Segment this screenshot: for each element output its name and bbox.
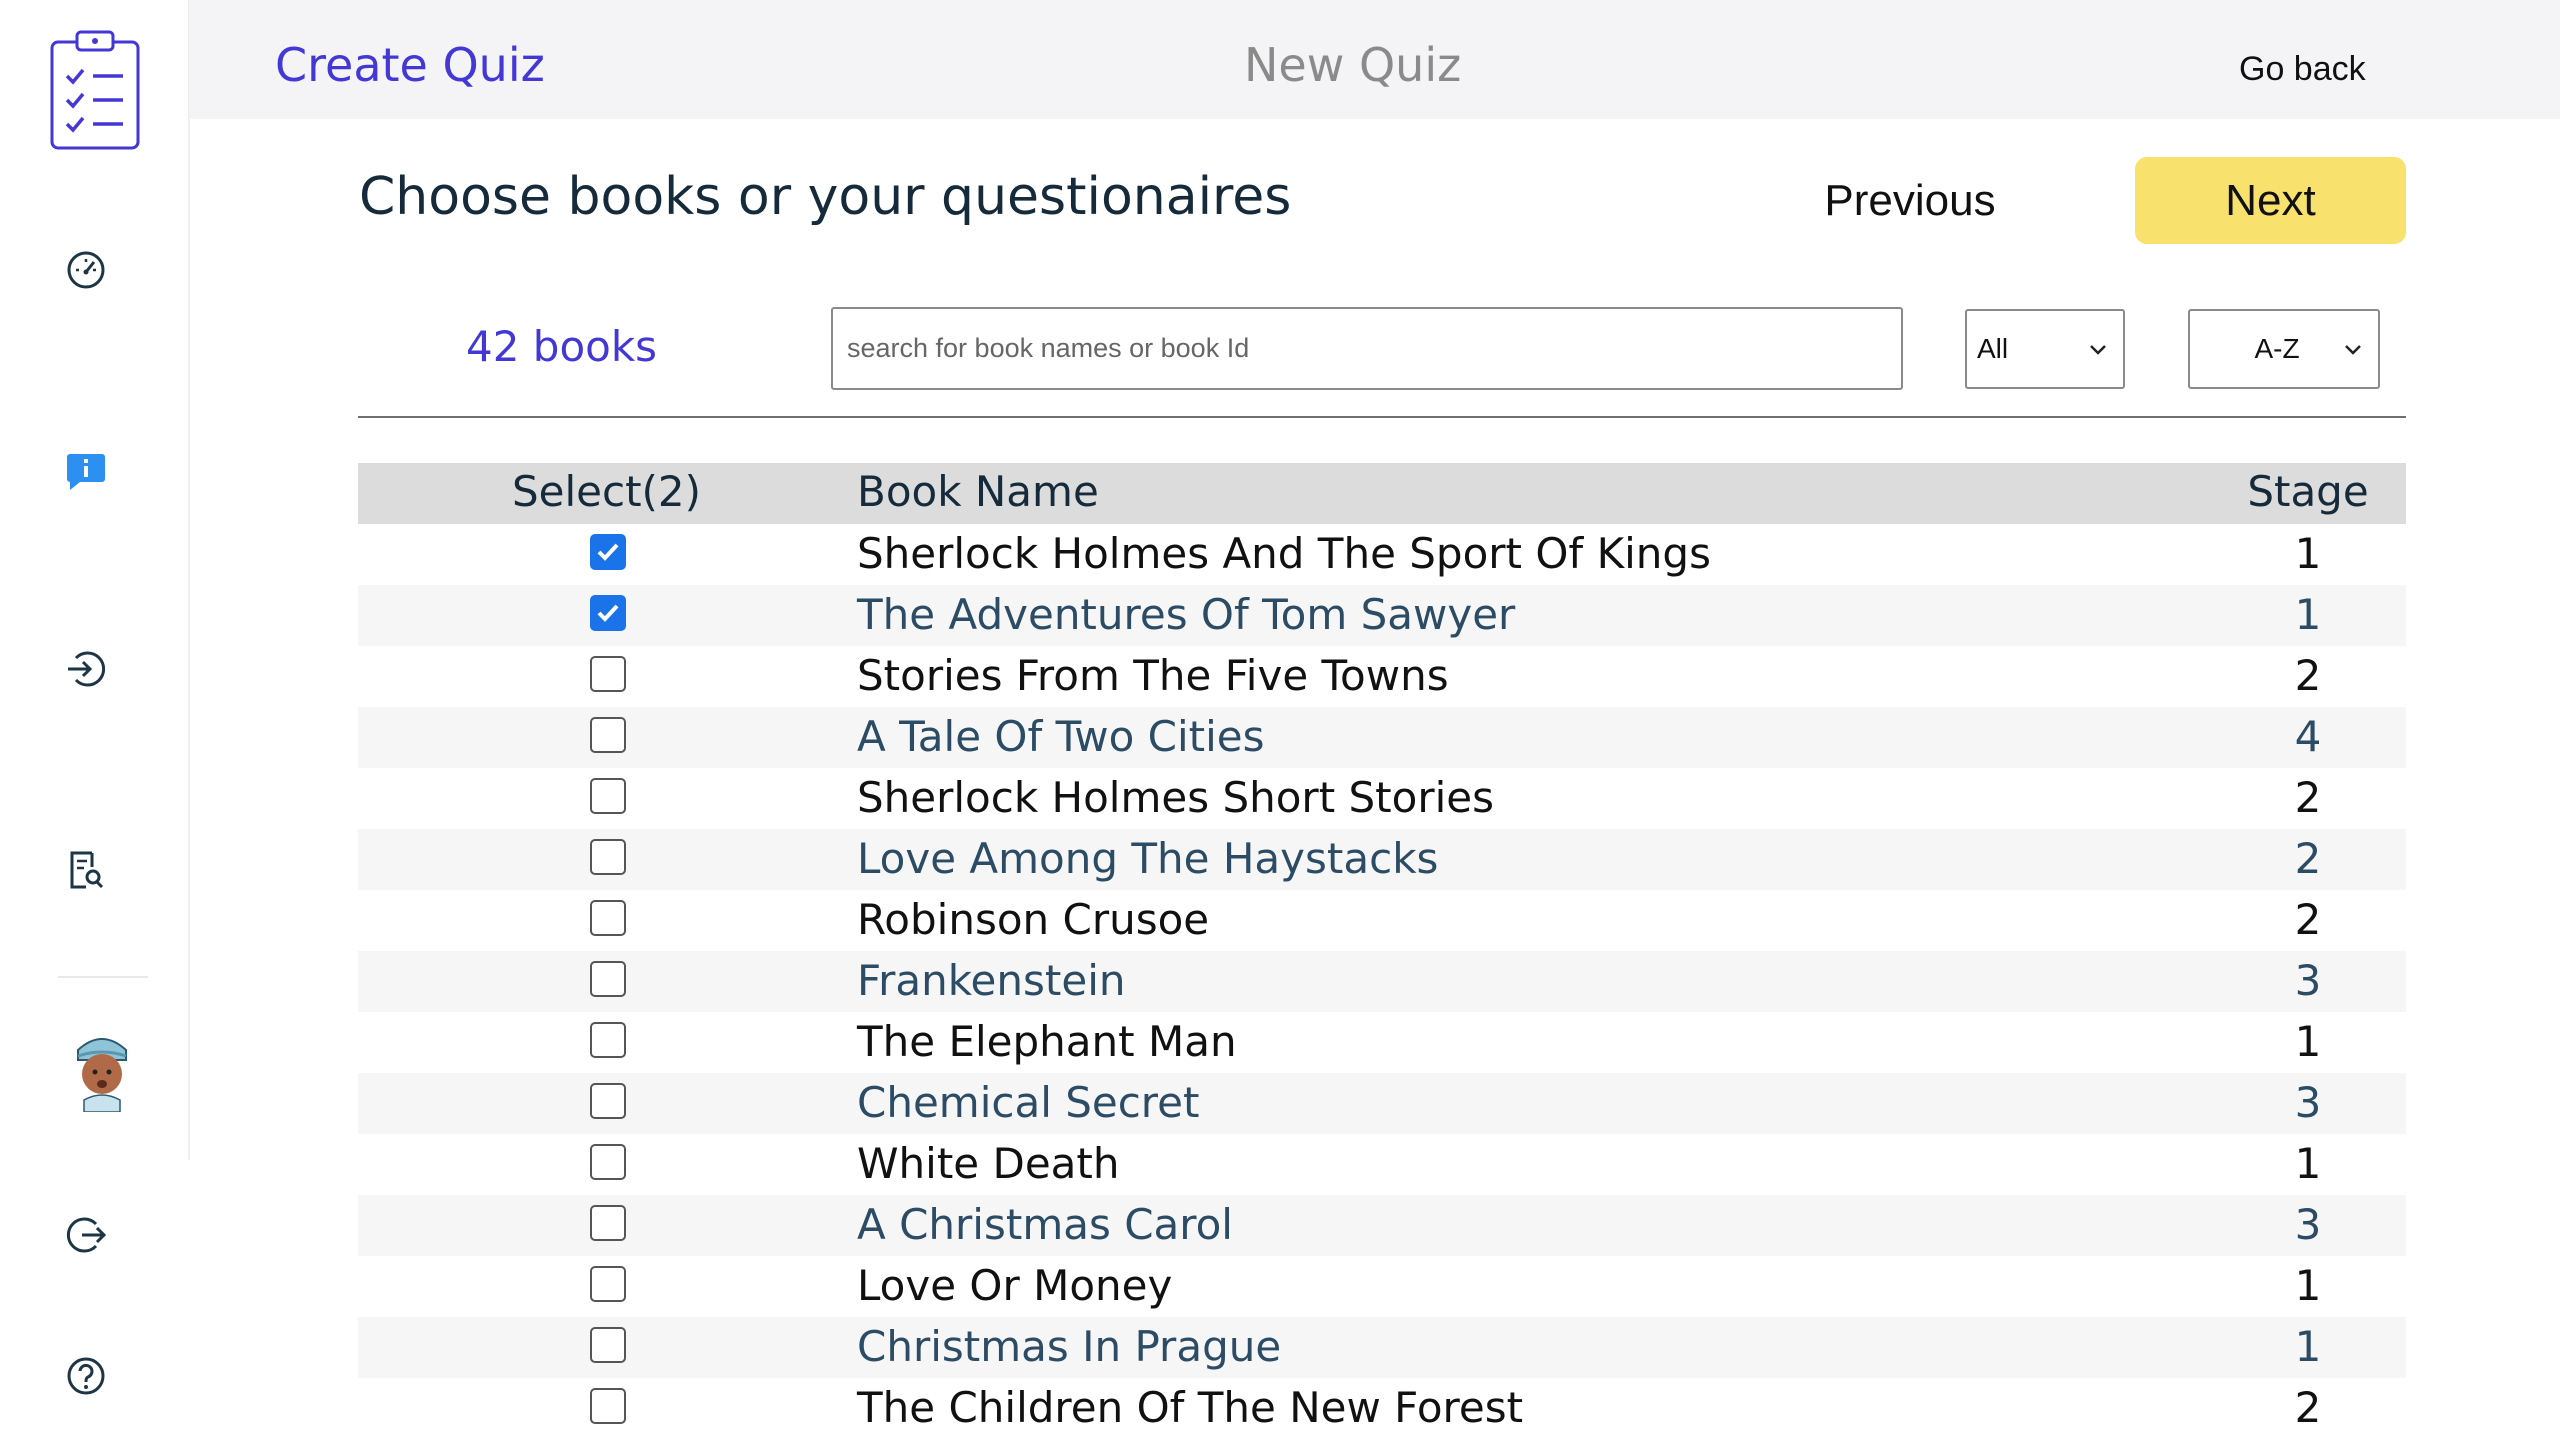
table-row[interactable]: The Elephant Man 1 [358,1012,2406,1073]
column-header-stage[interactable]: Stage [2238,467,2378,516]
book-stage: 2 [2294,834,2322,883]
book-stage: 1 [2294,529,2322,578]
book-name: The Adventures Of Tom Sawyer [857,590,1516,639]
page-title: Create Quiz [275,38,545,92]
sidebar-border [188,0,190,1160]
row-checkbox[interactable] [590,1205,626,1241]
book-name: Frankenstein [857,956,1126,1005]
report-search-icon[interactable] [62,845,110,893]
search-input[interactable] [831,307,1903,390]
table-row[interactable]: White Death 1 [358,1134,2406,1195]
sidebar-divider [58,976,148,978]
sort-select[interactable]: A-Z [2188,309,2380,389]
row-checkbox[interactable] [590,534,626,570]
book-stage: 3 [2294,956,2322,1005]
row-checkbox[interactable] [590,839,626,875]
table-row[interactable]: Chemical Secret 3 [358,1073,2406,1134]
table-row[interactable]: Christmas In Prague 1 [358,1317,2406,1378]
previous-button[interactable]: Previous [1790,158,2030,244]
table-row[interactable]: Love Or Money 1 [358,1256,2406,1317]
book-stage: 2 [2294,773,2322,822]
table-row[interactable]: Robinson Crusoe 2 [358,890,2406,951]
filter-select[interactable]: All [1965,309,2125,389]
book-stage: 2 [2294,1383,2322,1432]
top-header: Create Quiz New Quiz Go back [189,0,2560,119]
row-checkbox[interactable] [590,1144,626,1180]
help-icon[interactable] [62,1352,110,1400]
book-name: Love Or Money [857,1261,1173,1310]
book-stage: 4 [2294,712,2322,761]
book-stage: 1 [2294,1322,2322,1371]
row-checkbox[interactable] [590,1083,626,1119]
table-row[interactable]: Love Among The Haystacks 2 [358,829,2406,890]
book-name: Robinson Crusoe [857,895,1210,944]
table-row[interactable]: Frankenstein 3 [358,951,2406,1012]
table-row[interactable]: Sherlock Holmes Short Stories 2 [358,768,2406,829]
table-row[interactable]: Sherlock Holmes And The Sport Of Kings 1 [358,524,2406,585]
filter-select-value: All [1977,333,2009,364]
row-checkbox[interactable] [590,1388,626,1424]
logout-icon[interactable] [62,1211,110,1259]
book-name: The Children Of The New Forest [857,1383,1524,1432]
checkmark-icon [597,604,619,622]
book-stage: 3 [2294,1200,2322,1249]
book-name: Sherlock Holmes Short Stories [857,773,1494,822]
checkmark-icon [597,543,619,561]
go-back-link[interactable]: Go back [2239,50,2366,89]
table-row[interactable]: The Adventures Of Tom Sawyer 1 [358,585,2406,646]
chevron-down-icon [2090,345,2106,355]
book-name: Stories From The Five Towns [857,651,1449,700]
book-count: 42 books [466,322,658,371]
column-header-book-name[interactable]: Book Name [857,467,1099,516]
chevron-down-icon [2345,345,2361,355]
books-table: Select(2) Book Name Stage Sherlock Holme… [358,463,2406,1439]
table-header: Select(2) Book Name Stage [358,463,2406,524]
book-name: White Death [857,1139,1120,1188]
row-checkbox[interactable] [590,961,626,997]
book-stage: 2 [2294,651,2322,700]
column-header-select[interactable]: Select(2) [358,467,855,516]
sidebar [0,0,189,1428]
page-heading: Choose books or your questionaires [359,167,1292,227]
book-name: A Christmas Carol [857,1200,1233,1249]
login-icon[interactable] [62,645,110,693]
table-body: Sherlock Holmes And The Sport Of Kings 1… [358,524,2406,1439]
row-checkbox[interactable] [590,778,626,814]
book-name: Love Among The Haystacks [857,834,1439,883]
book-name: The Elephant Man [857,1017,1237,1066]
row-checkbox[interactable] [590,717,626,753]
book-name: A Tale Of Two Cities [857,712,1265,761]
book-stage: 1 [2294,1017,2322,1066]
book-stage: 2 [2294,895,2322,944]
next-button[interactable]: Next [2135,157,2406,244]
book-stage: 1 [2294,1139,2322,1188]
row-checkbox[interactable] [590,1327,626,1363]
book-stage: 3 [2294,1078,2322,1127]
avatar[interactable] [70,1030,134,1113]
row-checkbox[interactable] [590,595,626,631]
table-row[interactable]: Stories From The Five Towns 2 [358,646,2406,707]
info-chat-icon[interactable] [62,446,110,494]
row-checkbox[interactable] [590,900,626,936]
dashboard-gauge-icon[interactable] [62,246,110,294]
sort-select-value: A-Z [2254,333,2300,364]
book-stage: 1 [2294,590,2322,639]
table-row[interactable]: A Christmas Carol 3 [358,1195,2406,1256]
table-row[interactable]: The Children Of The New Forest 2 [358,1378,2406,1439]
row-checkbox[interactable] [590,1022,626,1058]
book-name: Chemical Secret [857,1078,1200,1127]
clipboard-checklist-icon[interactable] [49,28,141,152]
book-name: Christmas In Prague [857,1322,1282,1371]
row-checkbox[interactable] [590,656,626,692]
row-checkbox[interactable] [590,1266,626,1302]
book-name: Sherlock Holmes And The Sport Of Kings [857,529,1711,578]
book-stage: 1 [2294,1261,2322,1310]
divider [358,416,2406,418]
table-row[interactable]: A Tale Of Two Cities 4 [358,707,2406,768]
quiz-name: New Quiz [1244,38,1462,92]
